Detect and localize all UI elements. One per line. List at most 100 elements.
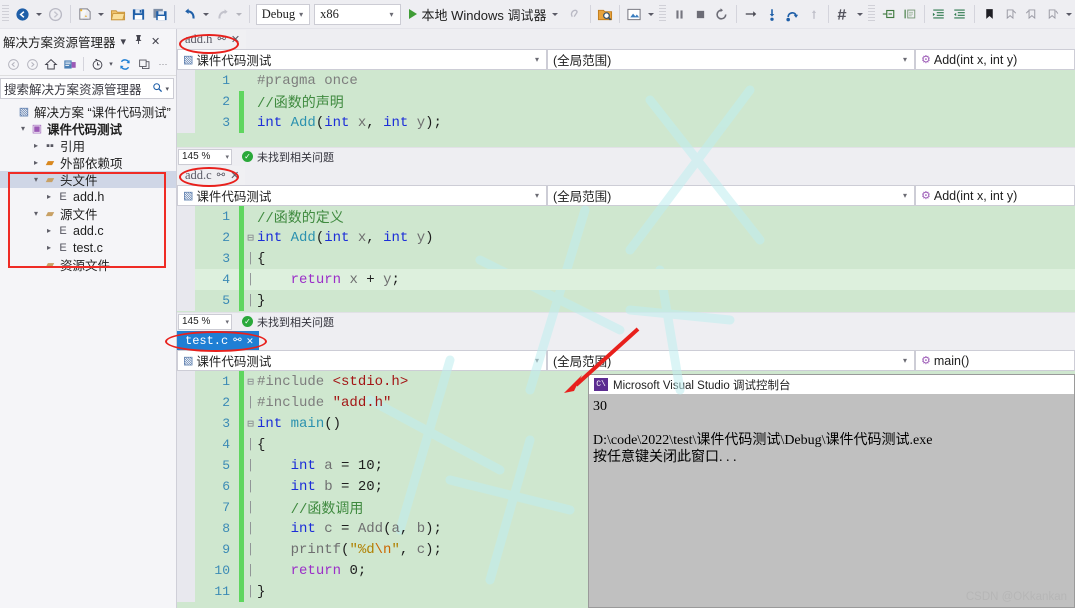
breakpoint-gutter[interactable] (177, 455, 195, 476)
back-icon[interactable] (4, 55, 22, 73)
breakpoint-gutter[interactable] (177, 476, 195, 497)
redo-caret-icon[interactable] (236, 13, 242, 16)
solution-explorer-search[interactable]: 搜索解决方案资源管理器 ▾ (0, 78, 174, 99)
tree-expander-icon[interactable]: ▸ (43, 226, 55, 235)
code-line[interactable]: 2 │ #include "add.h" (177, 392, 1075, 413)
nav-project-combo-test.c[interactable]: ▧ 课件代码测试 ▾ (177, 350, 547, 371)
chevron-down-icon[interactable]: ▾ (118, 35, 130, 48)
tab-pin-icon[interactable]: ⚯ (233, 335, 241, 347)
code-line[interactable]: 5 │} (177, 290, 1075, 311)
code-area-add.h[interactable]: 1 #pragma once 2//函数的声明 3 int Add(int x, int… (177, 70, 1075, 147)
code-line[interactable]: 11 │} (177, 581, 1075, 602)
new-item-icon[interactable] (74, 3, 95, 25)
breakpoint-gutter[interactable] (177, 371, 195, 392)
outlining-marker-icon[interactable]: ⊟ (244, 375, 257, 389)
breakpoint-gutter[interactable] (177, 518, 195, 539)
save-all-icon[interactable] (149, 3, 170, 25)
solution-platform-combo[interactable]: x86 ▾ (314, 4, 400, 25)
breakpoint-gutter[interactable] (177, 581, 195, 602)
tab-close-icon[interactable]: ✕ (231, 33, 240, 46)
tab-add.c[interactable]: add.c ⚯ ✕ (177, 166, 245, 185)
navigate-backward-caret-icon[interactable] (36, 13, 42, 16)
show-next-statement-icon[interactable] (740, 3, 761, 25)
open-file-icon[interactable] (107, 3, 128, 25)
breakpoint-gutter[interactable] (177, 413, 195, 434)
tab-pin-icon[interactable]: ⚯ (217, 170, 225, 181)
pause-icon[interactable] (669, 3, 690, 25)
nav-project-combo-add.c[interactable]: ▧ 课件代码测试 ▾ (177, 185, 547, 206)
code-line[interactable]: 2 //函数的声明 (177, 91, 1075, 112)
toggle-outlining-icon[interactable] (878, 3, 899, 25)
redo-icon[interactable] (212, 3, 233, 25)
nav-member-combo-add.c[interactable]: ⚙ Add(int x, int y) (915, 185, 1075, 206)
breakpoint-gutter[interactable] (177, 269, 195, 290)
tab-test.c[interactable]: test.c ⚯ ✕ (177, 331, 259, 350)
chevron-down-icon[interactable]: ▾ (295, 10, 307, 19)
step-over-icon[interactable] (782, 3, 803, 25)
screenshot-icon[interactable] (624, 3, 645, 25)
breakpoint-gutter[interactable] (177, 560, 195, 581)
breakpoint-gutter[interactable] (177, 434, 195, 455)
nav-scope-combo-add.h-caret-icon[interactable]: ▾ (898, 55, 912, 64)
start-debugging-caret-icon[interactable] (552, 13, 558, 16)
code-line[interactable]: 4 │{ (177, 434, 1075, 455)
code-area-add.c[interactable]: 1//函数的定义 2 ⊟ int Add(int x, int y) 3 │{4 │ ret… (177, 206, 1075, 312)
collapse-all-icon[interactable] (135, 55, 153, 73)
undo-caret-icon[interactable] (203, 13, 209, 16)
pin-icon[interactable] (131, 34, 146, 48)
previous-bookmark-icon[interactable] (1021, 3, 1042, 25)
comment-block-icon[interactable] (899, 3, 920, 25)
tab-pin-icon[interactable]: ⚯ (217, 34, 225, 45)
tree-expander-icon[interactable]: ▸ (30, 141, 42, 150)
code-line[interactable]: 3 │{ (177, 248, 1075, 269)
solution-configuration-combo[interactable]: Debug ▾ (256, 4, 310, 25)
zoom-caret-icon[interactable]: ▾ (225, 153, 229, 161)
zoom-level-combo[interactable]: 145 % ▾ (178, 314, 232, 330)
tree-item-4[interactable]: ▾ ▰ 头文件 (0, 171, 176, 188)
toolbar-grip[interactable] (2, 5, 9, 23)
undo-icon[interactable] (179, 3, 200, 25)
find-in-files-icon[interactable] (594, 3, 615, 25)
tree-item-9[interactable]: ▸▰ 资源文件 (0, 256, 176, 273)
text-editor-toolbar-grip[interactable] (868, 5, 875, 23)
tab-add.h[interactable]: add.h ⚯ ✕ (177, 30, 246, 49)
tab-close-icon[interactable]: ✕ (247, 334, 254, 348)
nav-scope-combo-test.c-caret-icon[interactable]: ▾ (898, 356, 912, 365)
code-line[interactable]: 3 int Add(int x, int y); (177, 112, 1075, 133)
close-icon[interactable]: ✕ (148, 35, 163, 48)
zoom-caret-icon[interactable]: ▾ (225, 318, 229, 326)
nav-scope-combo-test.c[interactable]: (全局范围) ▾ (547, 350, 915, 371)
home-icon[interactable] (42, 55, 60, 73)
nav-member-combo-test.c[interactable]: ⚙ main() (915, 350, 1075, 371)
code-line[interactable]: 4 │ return x + y; (177, 269, 1075, 290)
tree-expander-icon[interactable]: ▾ (30, 175, 42, 184)
pending-changes-icon[interactable] (61, 55, 79, 73)
code-line[interactable]: 9 │ printf("%d\n", c); (177, 539, 1075, 560)
search-caret-icon[interactable]: ▾ (163, 85, 171, 93)
debug-toolbar-grip[interactable] (659, 5, 666, 23)
tree-item-5[interactable]: ▸ ὜E add.h (0, 188, 176, 205)
tree-item-7[interactable]: ▸ ὜E add.c (0, 222, 176, 239)
tree-item-3[interactable]: ▸ ▰ 外部依赖项 (0, 154, 176, 171)
new-item-caret-icon[interactable] (98, 13, 104, 16)
tree-item-2[interactable]: ▸ ▪▪ 引用 (0, 137, 176, 154)
breakpoint-gutter[interactable] (177, 91, 195, 112)
navigate-forward-icon[interactable] (45, 3, 66, 25)
tab-close-icon[interactable]: ✕ (230, 169, 239, 182)
tree-expander-icon[interactable]: ▾ (17, 124, 29, 133)
attach-process-icon[interactable] (565, 3, 586, 25)
code-line[interactable]: 6 │ int b = 20; (177, 476, 1075, 497)
code-line[interactable]: 10 │ return 0; (177, 560, 1075, 581)
nav-project-combo-add.h[interactable]: ▧ 课件代码测试 ▾ (177, 49, 547, 70)
refresh-icon[interactable] (116, 55, 134, 73)
tree-expander-icon[interactable]: ▾ (30, 209, 42, 218)
breakpoint-gutter[interactable] (177, 392, 195, 413)
tree-item-8[interactable]: ▸ ὜E test.c (0, 239, 176, 256)
code-line[interactable]: 1 //函数的定义 (177, 206, 1075, 227)
code-area-test.c[interactable]: 1 ⊟ #include <stdio.h> 2 │ #include "add.h" 3 ⊟… (177, 371, 1075, 608)
breakpoint-gutter[interactable] (177, 248, 195, 269)
nav-project-combo-add.h-caret-icon[interactable]: ▾ (530, 55, 544, 64)
nav-scope-combo-add.c-caret-icon[interactable]: ▾ (898, 191, 912, 200)
increase-indent-icon[interactable] (928, 3, 949, 25)
search-icon[interactable] (152, 82, 163, 96)
